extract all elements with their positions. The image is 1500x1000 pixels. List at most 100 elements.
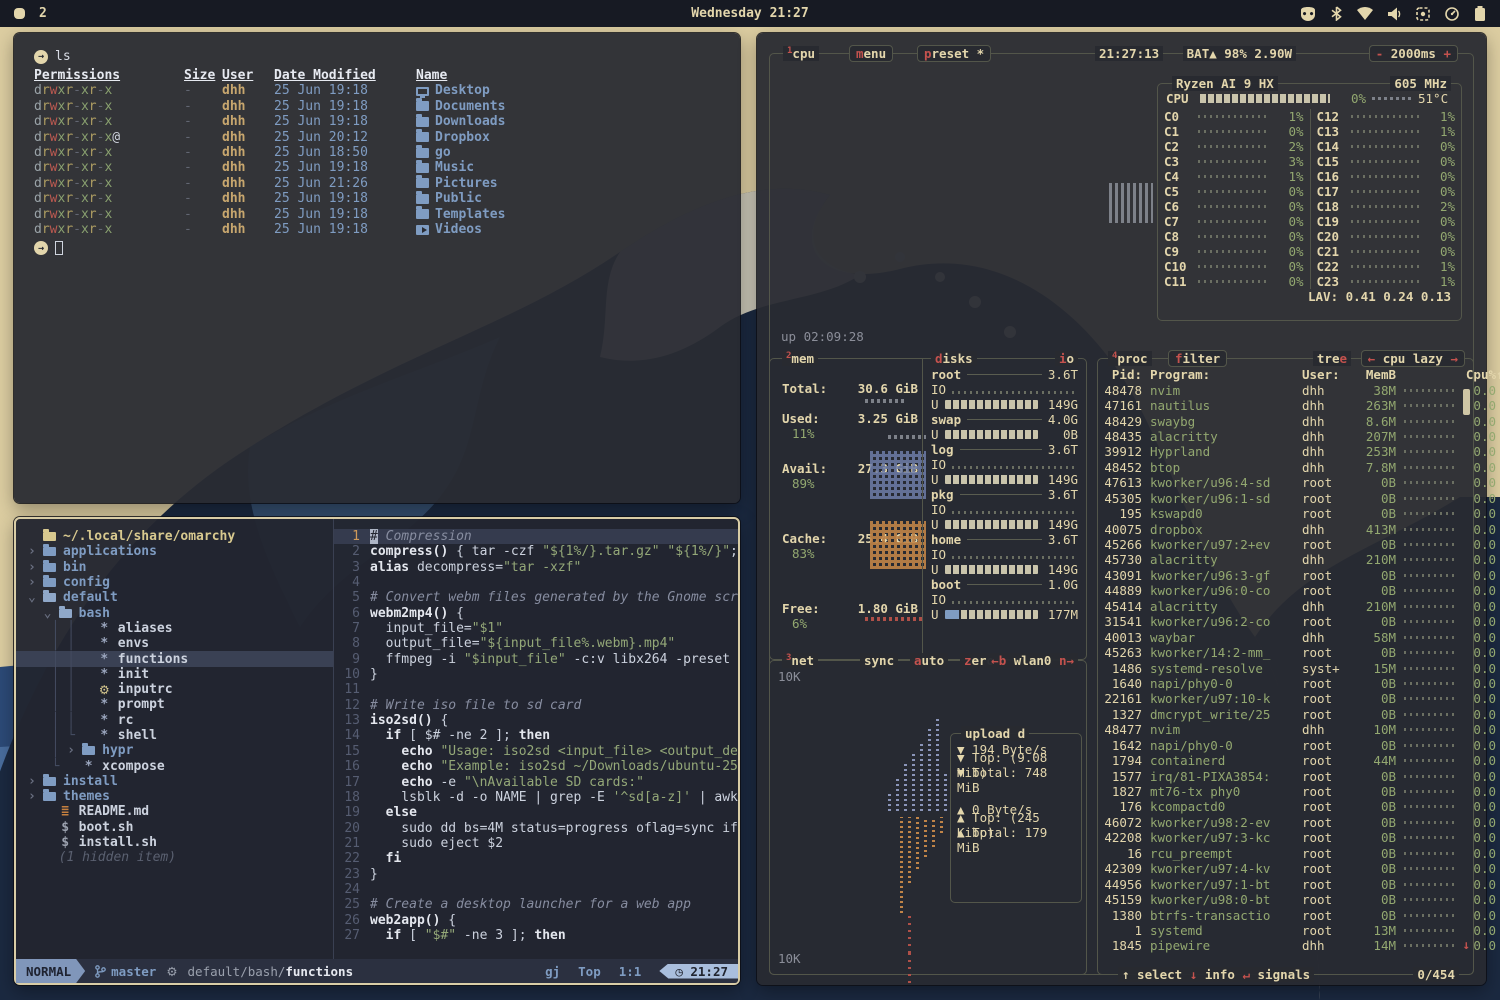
process-row[interactable]: 48435alacrittydhh207M0.0 bbox=[1098, 429, 1459, 444]
tree-item-hypr[interactable]: │ ›hypr bbox=[28, 743, 333, 758]
tree-item-xcompose[interactable]: └ *xcompose bbox=[28, 758, 333, 773]
tree-item-aliases[interactable]: │ │ *aliases bbox=[28, 621, 333, 636]
process-row[interactable]: 16rcu_preemptroot0B0.0 bbox=[1098, 846, 1459, 861]
tab-net[interactable]: 3net bbox=[782, 653, 818, 668]
tree-item-envs[interactable]: │ │ *envs bbox=[28, 636, 333, 651]
tree-item--1-hidden-item-[interactable]: (1 hidden item) bbox=[28, 850, 333, 865]
process-row[interactable]: 45305kworker/u96:1-sdroot0B0.0 bbox=[1098, 491, 1459, 506]
clock[interactable]: Wednesday 21:27 bbox=[0, 6, 1500, 21]
battery-icon[interactable] bbox=[1474, 6, 1486, 21]
tree-item-install-sh[interactable]: $install.sh bbox=[28, 835, 333, 850]
net-interface-switcher[interactable]: ←b wlan0 n→ bbox=[987, 653, 1078, 668]
process-row[interactable]: 46072kworker/u98:2-evroot0B0.0 bbox=[1098, 815, 1459, 830]
tree-item-bin[interactable]: ›bin bbox=[28, 560, 333, 575]
process-row[interactable]: 42208kworker/u97:3-kcroot0B0.0 bbox=[1098, 830, 1459, 845]
signals-button[interactable]: signals bbox=[1258, 967, 1311, 982]
process-row[interactable]: 44956kworker/u97:1-btroot0B0.0 bbox=[1098, 876, 1459, 891]
bluetooth-icon[interactable] bbox=[1331, 6, 1342, 21]
tab-cpu[interactable]: 1cpu bbox=[783, 46, 819, 61]
process-row[interactable]: 1577irq/81-PIXA3854:root0B0.0 bbox=[1098, 768, 1459, 783]
process-row[interactable]: 48478nvimdhh38M0.0 bbox=[1098, 382, 1459, 397]
process-row[interactable]: 39912Hyprlanddhh253M0.0 bbox=[1098, 444, 1459, 459]
process-row[interactable]: 47613kworker/u96:4-sdroot0B0.0 bbox=[1098, 475, 1459, 490]
workspace-indicator[interactable]: 2 bbox=[39, 6, 47, 21]
process-row[interactable]: 48429swaybgdhh8.6M0.0 bbox=[1098, 413, 1459, 428]
preset-button[interactable]: preset * bbox=[917, 45, 991, 62]
process-row[interactable]: 1380btrfs-transactioroot0B0.0 bbox=[1098, 907, 1459, 922]
process-row[interactable]: 1486systemd-resolvesyst+15M0.0 bbox=[1098, 660, 1459, 675]
code-editor[interactable]: 1# Compression2compress() { tar -czf "${… bbox=[334, 519, 738, 959]
proc-filter-button[interactable]: filter bbox=[1168, 350, 1227, 367]
process-row[interactable]: 22161kworker/u97:10-kroot0B0.0 bbox=[1098, 691, 1459, 706]
process-row[interactable]: 40075dropboxdhh413M0.0 bbox=[1098, 521, 1459, 536]
omarchy-logo-icon[interactable] bbox=[14, 8, 25, 19]
col-cpu[interactable]: Cpu% bbox=[1464, 367, 1496, 382]
screenshare-icon[interactable] bbox=[1416, 7, 1430, 21]
process-row[interactable]: 40013waybardhh58M0.0 bbox=[1098, 629, 1459, 644]
net-auto-toggle[interactable]: auto bbox=[910, 653, 948, 668]
update-interval[interactable]: - 2000ms + bbox=[1369, 45, 1458, 62]
process-row[interactable]: 42309kworker/u97:4-kvroot0B0.0 bbox=[1098, 861, 1459, 876]
process-row[interactable]: 1845pipewiredhh14M0.0 bbox=[1098, 938, 1459, 953]
interval-minus-button[interactable]: - bbox=[1376, 46, 1384, 61]
tab-proc[interactable]: 4proc bbox=[1108, 351, 1152, 366]
process-row[interactable]: 43091kworker/u96:3-gfroot0B0.0 bbox=[1098, 568, 1459, 583]
tree-item-applications[interactable]: ›applications bbox=[28, 544, 333, 559]
tree-item-init[interactable]: │ │ *init bbox=[28, 667, 333, 682]
process-row[interactable]: 1794containerdroot44M0.0 bbox=[1098, 753, 1459, 768]
process-row[interactable]: 44889kworker/u96:0-coroot0B0.0 bbox=[1098, 583, 1459, 598]
process-row[interactable]: 176kcompactd0root0B0.0 bbox=[1098, 799, 1459, 814]
terminal-window[interactable]: → ls PermissionsSizeUserDate ModifiedNam… bbox=[14, 33, 740, 503]
process-row[interactable]: 47161nautilusdhh263M0.0 bbox=[1098, 398, 1459, 413]
process-row[interactable]: 31541kworker/u96:2-coroot0B0.0 bbox=[1098, 614, 1459, 629]
tree-item-rc[interactable]: │ │ *rc bbox=[28, 713, 333, 728]
tree-item-prompt[interactable]: │ │ *prompt bbox=[28, 697, 333, 712]
proc-sort-selector[interactable]: ← cpu lazy → bbox=[1361, 350, 1465, 367]
scroll-down-icon[interactable]: ↓ bbox=[1462, 937, 1470, 952]
proc-scrollbar[interactable] bbox=[1463, 389, 1470, 415]
process-row[interactable]: 45730alacrittydhh210M0.0 bbox=[1098, 552, 1459, 567]
tab-mem[interactable]: 2mem bbox=[782, 351, 818, 366]
process-row[interactable]: 195kswapd0root0B0.0 bbox=[1098, 506, 1459, 521]
process-row[interactable]: 48477nvimdhh10M0.0 bbox=[1098, 722, 1459, 737]
tree-item-readme-md[interactable]: ≣README.md bbox=[28, 804, 333, 819]
tree-item-default[interactable]: ⌄default bbox=[28, 590, 333, 605]
tree-item-functions[interactable]: │ │ *functions bbox=[16, 651, 334, 666]
tree-item-install[interactable]: ›install bbox=[28, 774, 333, 789]
col-pid[interactable]: Pid: bbox=[1098, 367, 1150, 382]
tree-item-themes[interactable]: ›themes bbox=[28, 789, 333, 804]
tree-item--local-share-omarchy[interactable]: ~/.local/share/omarchy bbox=[28, 529, 333, 544]
process-row[interactable]: 48452btopdhh7.8M0.0 bbox=[1098, 460, 1459, 475]
wifi-icon[interactable] bbox=[1357, 7, 1373, 20]
process-row[interactable]: 45266kworker/u97:2+evroot0B0.0 bbox=[1098, 537, 1459, 552]
col-user[interactable]: User: bbox=[1302, 367, 1350, 382]
menu-button[interactable]: menu bbox=[849, 45, 893, 62]
editor-window[interactable]: ~/.local/share/omarchy›applications›bin›… bbox=[14, 517, 740, 985]
info-button[interactable]: info bbox=[1205, 967, 1235, 982]
tree-item-config[interactable]: ›config bbox=[28, 575, 333, 590]
cpu-total-pct: 0% bbox=[1336, 91, 1366, 106]
tree-item-shell[interactable]: │ └ *shell bbox=[28, 728, 333, 743]
speedometer-icon[interactable] bbox=[1445, 7, 1459, 21]
tree-item-inputrc[interactable]: │ │ ⚙inputrc bbox=[28, 682, 333, 697]
process-row[interactable]: 1827mt76-tx phy0root0B0.0 bbox=[1098, 784, 1459, 799]
process-row[interactable]: 1642napi/phy0-0root0B0.0 bbox=[1098, 738, 1459, 753]
select-hint[interactable]: ↑ select bbox=[1122, 967, 1182, 982]
tree-item-bash[interactable]: ⌄bash bbox=[28, 605, 333, 620]
process-row[interactable]: 1systemdroot13M0.0 bbox=[1098, 923, 1459, 938]
col-memb[interactable]: MemB bbox=[1350, 367, 1396, 382]
git-branch[interactable]: master bbox=[95, 964, 156, 979]
col-program[interactable]: Program: bbox=[1150, 367, 1302, 382]
btop-window[interactable]: 1cpu menu preset * 21:27:13 BAT▲ 98% 2.9… bbox=[757, 33, 1486, 985]
process-row[interactable]: 45263kworker/14:2-mm_root0B0.0 bbox=[1098, 645, 1459, 660]
volume-icon[interactable] bbox=[1388, 7, 1401, 21]
process-row[interactable]: 45414alacrittydhh210M0.0 bbox=[1098, 599, 1459, 614]
interval-plus-button[interactable]: + bbox=[1443, 46, 1451, 61]
net-sync-toggle[interactable]: sync bbox=[860, 653, 898, 668]
process-row[interactable]: 1640napi/phy0-0root0B0.0 bbox=[1098, 676, 1459, 691]
process-row[interactable]: 45159kworker/u98:0-btroot0B0.0 bbox=[1098, 892, 1459, 907]
proc-tree-toggle[interactable]: tree bbox=[1313, 351, 1351, 366]
mask-icon[interactable] bbox=[1300, 7, 1316, 21]
process-row[interactable]: 1327dmcrypt_write/25root0B0.0 bbox=[1098, 707, 1459, 722]
tree-item-boot-sh[interactable]: $boot.sh bbox=[28, 820, 333, 835]
